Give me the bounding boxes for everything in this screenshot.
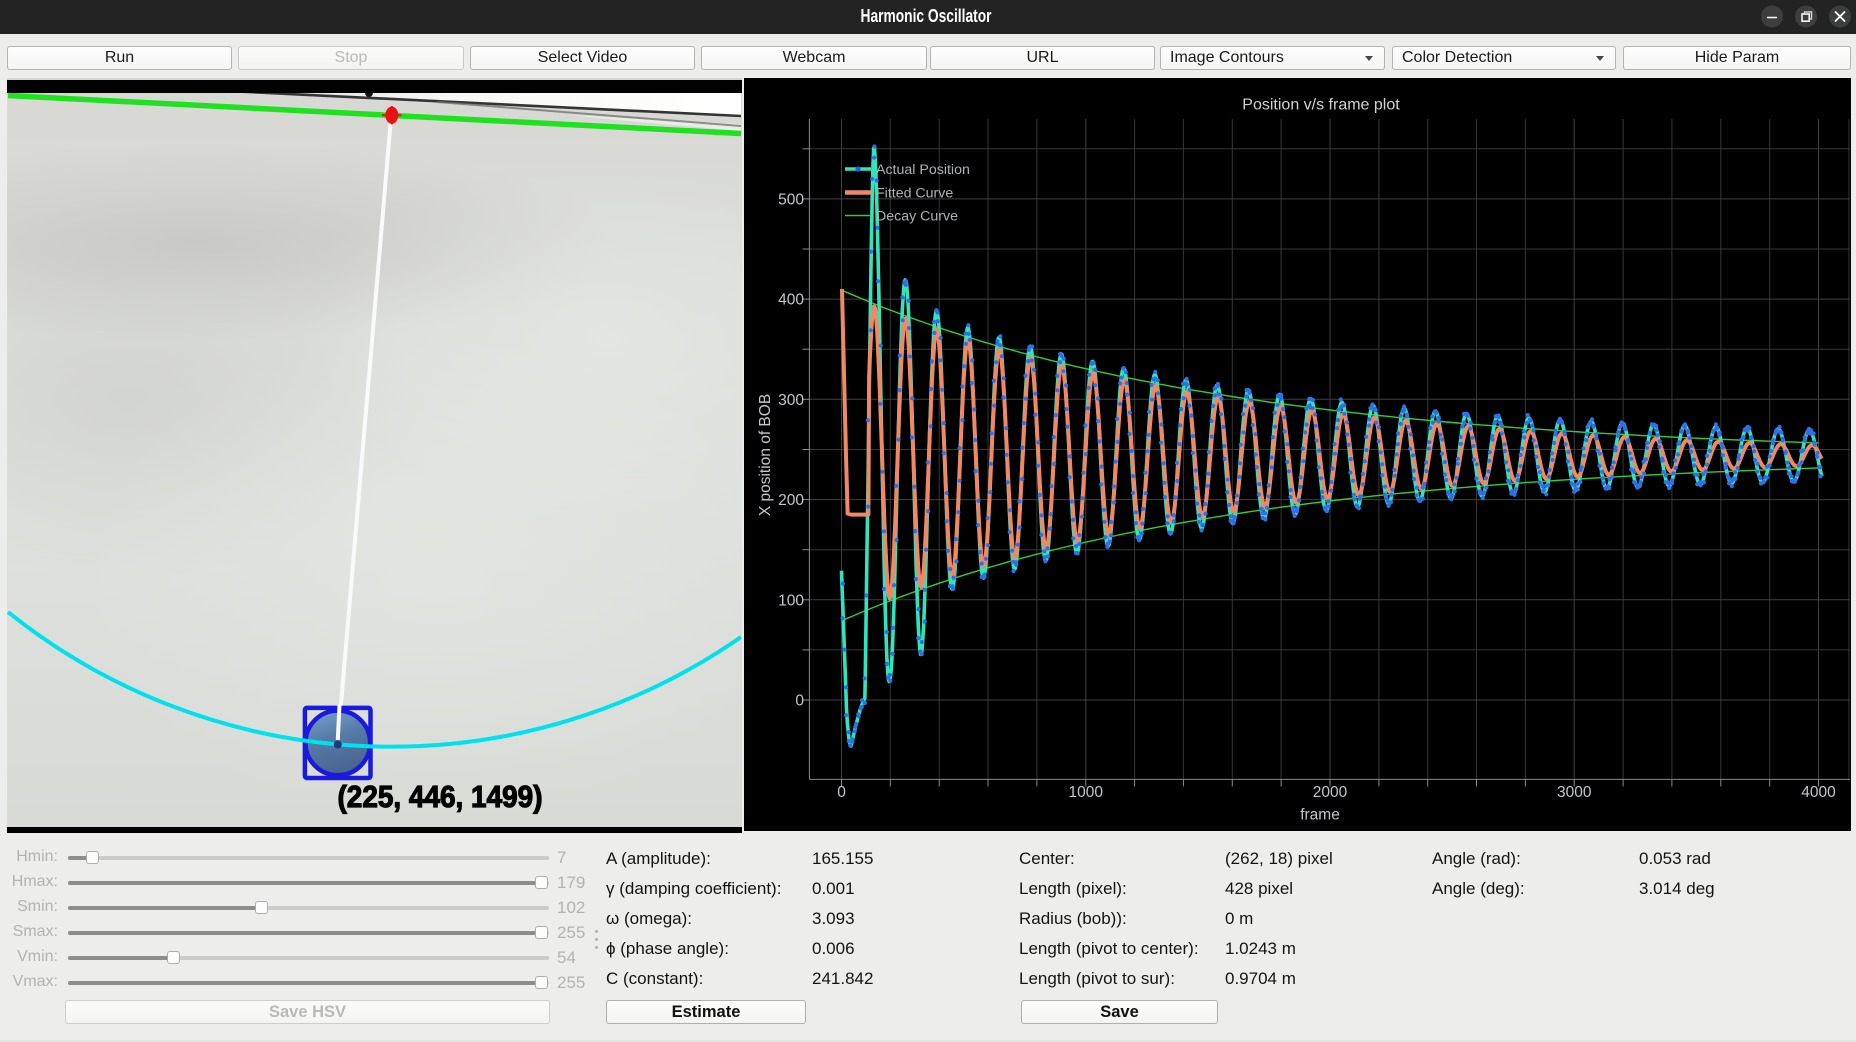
svg-text:3000: 3000 xyxy=(1557,784,1592,801)
svg-text:Harmonic Oscillator: Harmonic Oscillator xyxy=(861,5,992,26)
svg-text:4000: 4000 xyxy=(1801,784,1836,801)
svg-text:1000: 1000 xyxy=(1069,784,1104,801)
svg-text:Position v/s frame plot: Position v/s frame plot xyxy=(1242,97,1400,114)
svg-text:0: 0 xyxy=(795,693,804,710)
svg-text:300: 300 xyxy=(778,392,804,409)
svg-text:400: 400 xyxy=(778,292,804,309)
svg-text:X position of BOB: X position of BOB xyxy=(757,394,774,516)
svg-text:frame: frame xyxy=(1300,807,1340,824)
svg-text:500: 500 xyxy=(778,191,804,208)
svg-text:(225, 446, 1499): (225, 446, 1499) xyxy=(338,779,543,814)
svg-text:Decay Curve: Decay Curve xyxy=(876,209,958,225)
svg-text:100: 100 xyxy=(778,592,804,609)
svg-text:2000: 2000 xyxy=(1313,784,1348,801)
svg-text:0: 0 xyxy=(837,784,846,801)
svg-text:200: 200 xyxy=(778,492,804,509)
svg-text:Actual Position: Actual Position xyxy=(876,162,970,178)
svg-text:Fitted Curve: Fitted Curve xyxy=(876,186,953,202)
